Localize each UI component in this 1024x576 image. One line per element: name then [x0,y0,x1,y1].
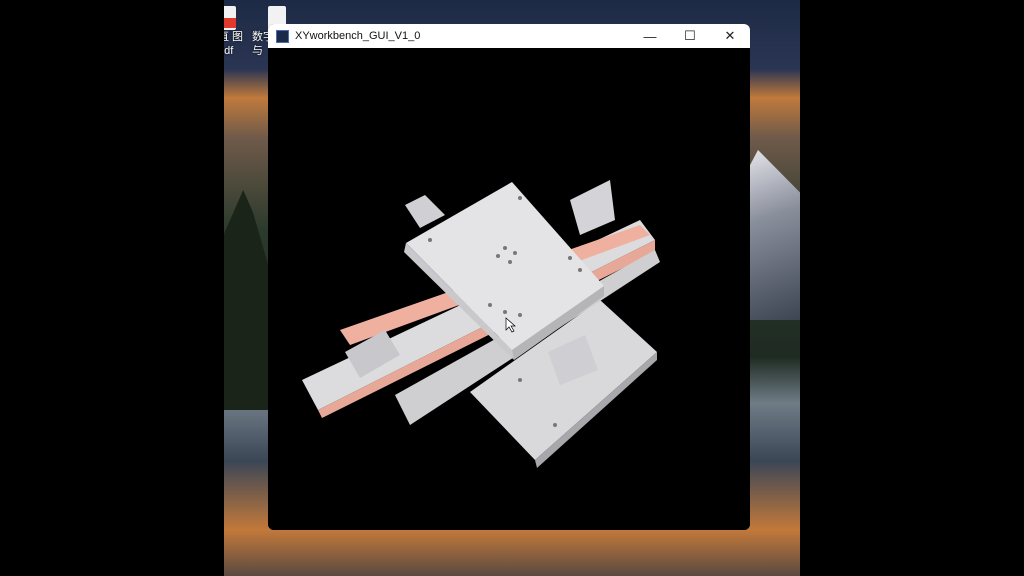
app-icon [276,29,289,43]
xy-workbench-model [302,180,660,468]
title-bar[interactable]: XYworkbench_GUI_V1_0 — ☐ ✕ [268,24,750,48]
tree-scenery [224,190,272,410]
window-title: XYworkbench_GUI_V1_0 [295,30,421,42]
pdf-file-icon [224,6,236,30]
3d-viewport[interactable] [268,48,750,530]
maximize-button[interactable]: ☐ [670,24,710,48]
app-window: XYworkbench_GUI_V1_0 — ☐ ✕ [268,24,750,530]
minimize-button[interactable]: — [630,24,670,48]
close-button[interactable]: ✕ [710,24,750,48]
